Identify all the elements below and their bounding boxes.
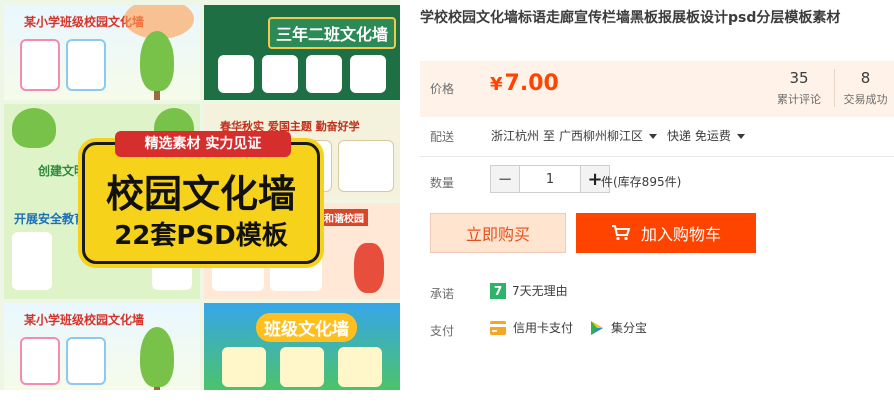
price-panel: 价格 ¥7.00 35 累计评论 8 交易成功 xyxy=(420,61,894,117)
payment-method[interactable]: 集分宝 xyxy=(611,319,647,336)
tile-title: 三年二班文化墙 xyxy=(268,17,397,49)
badge-subline: 22套PSD模板 xyxy=(114,221,288,251)
reviews-count: 35 xyxy=(789,69,809,87)
shipping-label: 配送 xyxy=(430,130,455,144)
stock-text: 件(库存895件) xyxy=(601,175,682,189)
caret-down-icon[interactable] xyxy=(736,134,745,139)
tile-title: 创建文明 xyxy=(38,164,87,178)
divider xyxy=(420,156,894,157)
promise-text: 7天无理由 xyxy=(512,284,568,298)
promise-row[interactable]: 7 7天无理由 xyxy=(490,282,568,299)
promise-label: 承诺 xyxy=(430,287,455,301)
reviews-label: 累计评论 xyxy=(777,93,821,106)
payment-label: 支付 xyxy=(430,324,455,338)
price-label: 价格 xyxy=(430,82,455,96)
tile-title: 和谐校园 xyxy=(320,209,368,226)
ship-from: 浙江杭州 xyxy=(491,129,540,143)
price-value: ¥7.00 xyxy=(490,71,559,96)
add-to-cart-label: 加入购物车 xyxy=(640,225,721,244)
reviews-stat[interactable]: 35 累计评论 xyxy=(768,69,830,107)
sales-count: 8 xyxy=(860,69,871,87)
product-main-image[interactable]: 某小学班级校园文化墙 三年二班文化墙 创建文明 开展安全教育 春华秋实 爱国主题… xyxy=(0,0,400,390)
thumbnail-tile: 某小学班级校园文化墙 xyxy=(4,303,200,390)
quantity-label: 数量 xyxy=(430,176,455,190)
ship-method-select[interactable]: 快递 免运费 xyxy=(667,129,731,143)
add-to-cart-button[interactable]: 加入购物车 xyxy=(576,213,756,253)
thumbnail-tile: 班级文化墙 xyxy=(204,303,400,390)
sales-stat: 8 交易成功 xyxy=(834,69,894,107)
payment-row: 信用卡支付 集分宝 xyxy=(490,319,647,336)
currency-symbol: ¥ xyxy=(490,74,503,95)
price-amount: 7.00 xyxy=(504,71,559,96)
badge-tag: 精选素材 实力见证 xyxy=(115,131,291,157)
buy-now-button[interactable]: 立即购买 xyxy=(430,213,566,253)
caret-down-icon[interactable] xyxy=(649,134,658,139)
tile-title: 某小学班级校园文化墙 xyxy=(24,313,145,327)
shipping-row: 浙江杭州至广西柳州柳江区 快递 免运费 xyxy=(491,127,755,144)
jifenbao-icon xyxy=(591,320,604,335)
tile-title: 开展安全教育 xyxy=(14,212,87,226)
promo-badge: 精选素材 实力见证 校园文化墙 22套PSD模板 xyxy=(82,131,320,264)
thumbnail-tile: 三年二班文化墙 xyxy=(204,5,400,100)
payment-method[interactable]: 信用卡支付 xyxy=(513,319,573,336)
tile-title: 班级文化墙 xyxy=(256,313,357,342)
seven-day-icon: 7 xyxy=(490,282,506,299)
decrease-button[interactable]: − xyxy=(491,166,519,192)
thumbnail-tile: 某小学班级校园文化墙 xyxy=(4,5,200,100)
badge-headline: 校园文化墙 xyxy=(105,172,296,216)
sales-label: 交易成功 xyxy=(843,93,888,106)
credit-card-icon xyxy=(490,320,506,335)
quantity-stepper: − + xyxy=(490,165,610,193)
ship-to-word: 至 xyxy=(543,129,556,143)
ship-destination-select[interactable]: 广西柳州柳江区 xyxy=(559,129,643,143)
product-title: 学校校园文化墙标语走廊宣传栏墙黑板报展板设计psd分层模板素材 xyxy=(420,10,841,26)
cart-icon xyxy=(611,225,631,241)
quantity-input[interactable] xyxy=(519,166,581,192)
